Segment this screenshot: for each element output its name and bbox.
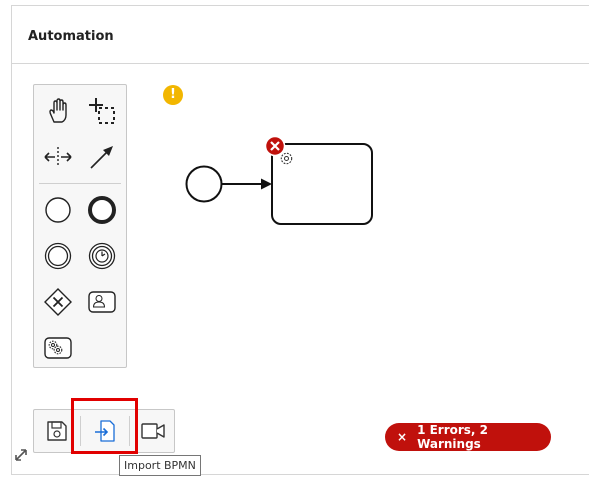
video-icon [141, 423, 165, 439]
tooltip: Import BPMN [119, 455, 201, 476]
gear-icon [280, 152, 293, 165]
errors-warnings-badge[interactable]: × 1 Errors, 2 Warnings [385, 423, 551, 451]
sequence-flow[interactable] [222, 178, 272, 190]
save-icon [47, 421, 67, 441]
start-event[interactable] [185, 165, 223, 203]
close-icon: × [397, 430, 408, 444]
highlight-box [71, 398, 138, 454]
errors-warnings-label: 1 Errors, 2 Warnings [417, 423, 489, 451]
resize-icon[interactable] [14, 447, 28, 461]
error-marker-icon[interactable] [264, 135, 286, 157]
